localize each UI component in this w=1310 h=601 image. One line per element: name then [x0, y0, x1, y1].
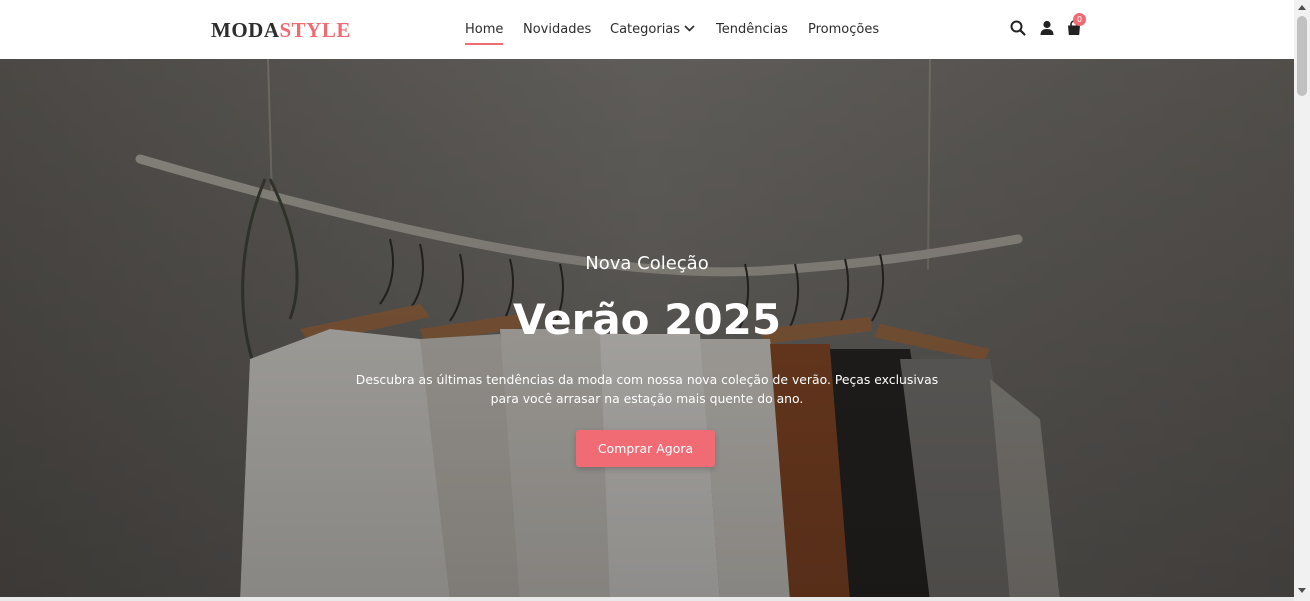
nav-item-home[interactable]: Home — [465, 21, 504, 45]
page: MODASTYLE Home Novidades Categorias Tend… — [0, 0, 1294, 601]
nav-item-tendencias[interactable]: Tendências — [716, 21, 788, 39]
hero-description: Descubra as últimas tendências da moda c… — [355, 372, 939, 406]
scroll-up-arrow-icon[interactable] — [1298, 5, 1306, 10]
page-bottom-edge — [0, 597, 1294, 601]
hero-banner: Nova Coleção Verão 2025 Descubra as últi… — [0, 59, 1294, 601]
shop-now-button[interactable]: Comprar Agora — [576, 430, 715, 467]
logo-text-accent: STYLE — [279, 18, 351, 42]
hero-subtitle: Nova Coleção — [585, 253, 709, 274]
chevron-down-icon — [684, 24, 695, 32]
brand-logo[interactable]: MODASTYLE — [211, 18, 351, 42]
vertical-scrollbar[interactable] — [1294, 0, 1310, 601]
site-header: MODASTYLE Home Novidades Categorias Tend… — [0, 0, 1294, 59]
user-icon[interactable] — [1038, 19, 1056, 37]
cart-count-badge: 0 — [1073, 13, 1086, 26]
nav-item-categorias-label: Categorias — [610, 22, 681, 37]
scroll-thumb[interactable] — [1297, 16, 1307, 96]
nav-item-categorias[interactable]: Categorias — [610, 21, 695, 39]
hero-title: Verão 2025 — [512, 295, 782, 344]
nav-item-promocoes[interactable]: Promoções — [808, 21, 879, 39]
nav-item-novidades[interactable]: Novidades — [523, 21, 591, 39]
scroll-down-arrow-icon[interactable] — [1298, 588, 1306, 593]
search-icon[interactable] — [1009, 19, 1027, 37]
logo-text-main: MODA — [211, 18, 280, 42]
